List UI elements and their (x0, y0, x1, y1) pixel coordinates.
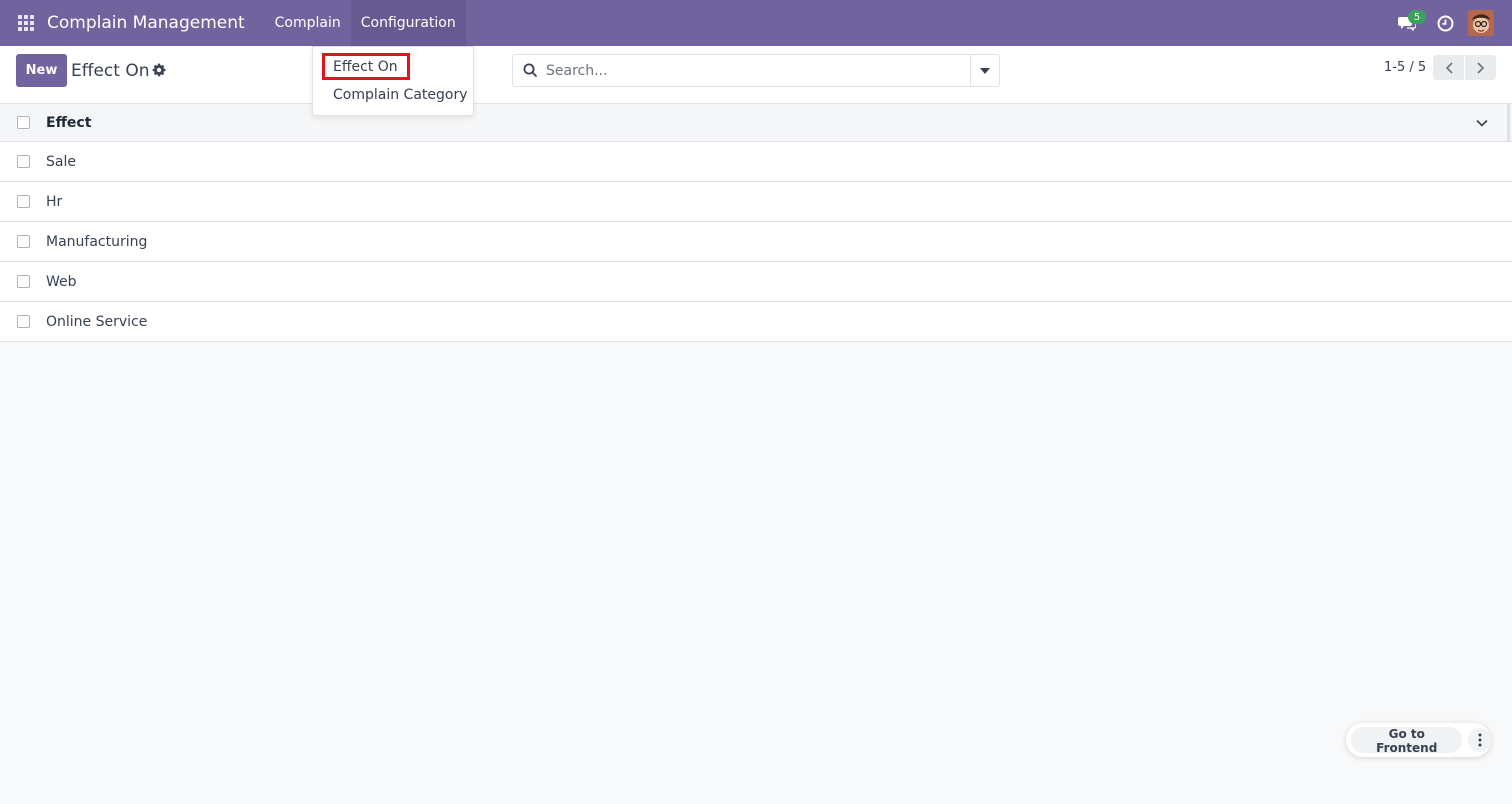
table-row[interactable]: Online Service (0, 302, 1512, 342)
frontend-pill: Go to Frontend (1346, 723, 1491, 757)
effect-cell: Online Service (46, 313, 148, 330)
effect-cell: Hr (46, 193, 63, 210)
table-row[interactable]: Hr (0, 182, 1512, 222)
table-header-row: Effect (0, 104, 1512, 142)
row-checkbox[interactable] (17, 155, 30, 168)
gear-icon[interactable] (151, 62, 167, 78)
table-row[interactable]: Manufacturing (0, 222, 1512, 262)
apps-grid-icon (18, 15, 34, 31)
pager-previous-button[interactable] (1433, 55, 1464, 80)
row-checkbox[interactable] (17, 235, 30, 248)
messages-button[interactable]: 5 (1392, 8, 1426, 38)
caret-down-icon (980, 67, 990, 74)
configuration-dropdown: Effect On Complain Category (312, 46, 474, 116)
pager-value[interactable]: 1-5 / 5 (1384, 60, 1426, 75)
search-input[interactable] (546, 62, 946, 79)
menu-complain[interactable]: Complain (265, 0, 351, 46)
clock-icon (1437, 15, 1453, 31)
effect-cell: Manufacturing (46, 233, 148, 250)
kebab-menu-icon (1478, 733, 1482, 747)
effect-cell: Sale (46, 153, 76, 170)
page-title: Effect On (71, 61, 150, 81)
activity-button[interactable] (1434, 12, 1456, 34)
row-checkbox[interactable] (17, 315, 30, 328)
row-checkbox[interactable] (17, 275, 30, 288)
top-navbar: Complain Management Complain Configurati… (0, 0, 1512, 46)
scrollbar[interactable] (1507, 104, 1510, 141)
dropdown-item-effect-on[interactable]: Effect On (333, 59, 398, 75)
messages-count-badge: 5 (1408, 10, 1426, 24)
optional-columns-chevron-icon[interactable] (1474, 115, 1490, 131)
control-panel: New Effect On 1-5 / 5 (0, 46, 1512, 104)
apps-menu-button[interactable] (6, 0, 46, 46)
dropdown-item-complain-category[interactable]: Complain Category (333, 87, 468, 103)
select-all-checkbox[interactable] (17, 116, 30, 129)
pager-next-button[interactable] (1465, 55, 1496, 80)
app-title[interactable]: Complain Management (47, 13, 245, 33)
menu-configuration[interactable]: Configuration (350, 0, 466, 46)
chevron-right-icon (1476, 61, 1484, 74)
new-button[interactable]: New (16, 54, 67, 87)
more-options-button[interactable] (1468, 728, 1491, 752)
search-icon (523, 63, 538, 78)
table-row[interactable]: Sale (0, 142, 1512, 182)
list-view-table: Effect Sale Hr Manufacturing Web Online … (0, 104, 1512, 342)
go-to-frontend-button[interactable]: Go to Frontend (1351, 727, 1463, 755)
avatar[interactable] (1468, 10, 1494, 36)
column-header-effect[interactable]: Effect (46, 115, 91, 131)
chevron-left-icon (1445, 61, 1453, 74)
search-options-toggle[interactable] (970, 54, 1000, 87)
search-bar (512, 54, 971, 87)
table-row[interactable]: Web (0, 262, 1512, 302)
effect-cell: Web (46, 273, 77, 290)
row-checkbox[interactable] (17, 195, 30, 208)
